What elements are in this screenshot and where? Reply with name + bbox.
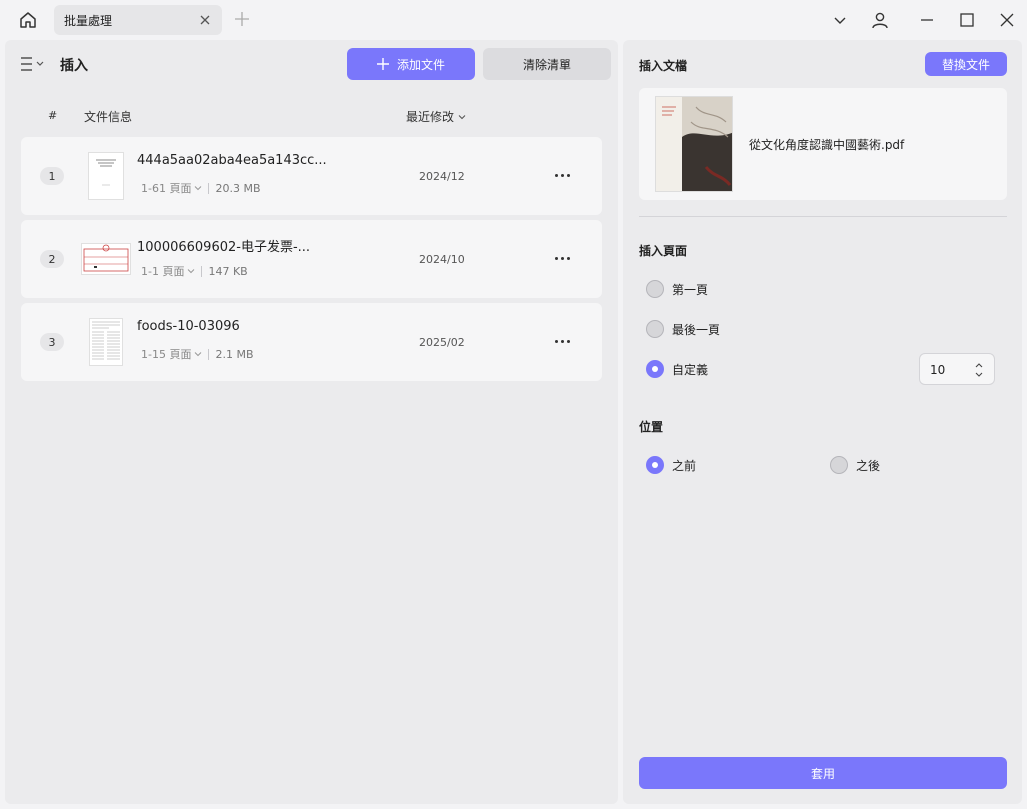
- divider: [208, 348, 210, 360]
- file-list-panel: 插入 添加文件 清除清單 # 文件信息 最近修改 1 444a5aa02aba4…: [5, 40, 618, 804]
- position-title: 位置: [639, 420, 664, 434]
- replace-file-button[interactable]: 替換文件: [925, 52, 1007, 76]
- file-name: 444a5aa02aba4ea5a143cc...: [137, 153, 327, 168]
- chevron-down-icon: [458, 114, 466, 119]
- file-date: 2024/10: [419, 253, 465, 266]
- apply-label: 套用: [810, 766, 835, 781]
- divider: [208, 182, 210, 194]
- radio-label: 自定義: [672, 362, 709, 377]
- more-options-button[interactable]: [551, 248, 573, 268]
- radio-button[interactable]: [646, 280, 664, 298]
- radio-button[interactable]: [830, 456, 848, 474]
- insert-doc-card: 從文化角度認識中國藝術.pdf: [639, 88, 1007, 200]
- radio-button[interactable]: [646, 360, 664, 378]
- clear-list-label: 清除清單: [522, 57, 571, 72]
- radio-button[interactable]: [646, 320, 664, 338]
- radio-label: 最後一頁: [672, 322, 721, 337]
- row-number: 2: [40, 250, 64, 268]
- radio-label: 之後: [856, 458, 881, 473]
- add-file-button[interactable]: 添加文件: [347, 48, 475, 80]
- tab-batch-process[interactable]: 批量處理: [54, 5, 222, 35]
- more-options-button[interactable]: [551, 331, 573, 351]
- list-item[interactable]: 2 100006609602-电子发票-... 1-1 頁面 147 KB 20…: [21, 220, 602, 298]
- file-date: 2025/02: [419, 336, 465, 349]
- column-header-recent-modified[interactable]: 最近修改: [406, 108, 466, 125]
- file-size: 20.3 MB: [215, 181, 261, 195]
- file-thumbnail: [81, 234, 131, 284]
- new-tab-icon[interactable]: [233, 10, 251, 28]
- list-item[interactable]: 3 foods-10-03096 1-15 頁面 2.1 MB 2025/02: [21, 303, 602, 381]
- chevron-down-icon: [195, 186, 202, 191]
- radio-position-after[interactable]: 之後: [830, 456, 880, 474]
- close-icon[interactable]: [198, 13, 212, 27]
- clear-list-button[interactable]: 清除清單: [483, 48, 611, 80]
- row-number: 3: [40, 333, 64, 351]
- insert-settings-panel: 插入文檔 替換文件 從文化角度認識中國藝術.pdf 插入頁面 第一頁 最後一頁 …: [623, 40, 1022, 804]
- divider: [639, 216, 1007, 217]
- row-number: 1: [40, 167, 64, 185]
- file-size: 147 KB: [208, 264, 248, 278]
- file-thumbnail: [81, 317, 131, 367]
- column-header-index: #: [48, 109, 58, 122]
- radio-custom-page[interactable]: 自定義: [646, 360, 708, 378]
- file-meta: 1-61 頁面 20.3 MB: [141, 180, 261, 196]
- page-range-label: 1-61 頁面: [141, 182, 192, 195]
- radio-position-before[interactable]: 之前: [646, 456, 696, 474]
- radio-label: 第一頁: [672, 282, 709, 297]
- radio-label: 之前: [672, 458, 697, 473]
- chevron-down-icon: [195, 352, 202, 357]
- radio-last-page[interactable]: 最後一頁: [646, 320, 720, 338]
- minimize-icon: [921, 19, 933, 21]
- collapse-button[interactable]: [830, 10, 850, 30]
- page-range-select[interactable]: 1-15 頁面: [141, 346, 202, 362]
- user-icon: [872, 12, 888, 29]
- close-icon: [1000, 13, 1014, 27]
- column-header-label: 最近修改: [406, 110, 455, 124]
- insert-doc-title: 插入文檔: [639, 59, 688, 73]
- list-item[interactable]: 1 444a5aa02aba4ea5a143cc... 1-61 頁面 20.3…: [21, 137, 602, 215]
- more-options-button[interactable]: [551, 165, 573, 185]
- replace-file-label: 替換文件: [941, 57, 990, 72]
- file-name: 100006609602-电子发票-...: [137, 240, 311, 255]
- stepper-arrows-icon[interactable]: [974, 360, 984, 380]
- add-file-label: 添加文件: [396, 57, 445, 72]
- file-thumbnail: [81, 151, 131, 201]
- title-bar: 批量處理: [0, 0, 1027, 40]
- minimize-button[interactable]: [917, 10, 937, 30]
- close-window-button[interactable]: [997, 10, 1017, 30]
- divider: [201, 265, 203, 277]
- account-button[interactable]: [870, 10, 890, 30]
- chevron-down-icon: [834, 17, 846, 24]
- tab-title: 批量處理: [64, 14, 113, 28]
- home-button[interactable]: [14, 8, 42, 32]
- doc-thumbnail: [655, 96, 733, 192]
- apply-button[interactable]: 套用: [639, 757, 1007, 789]
- plus-icon: [376, 58, 389, 70]
- insert-page-title: 插入頁面: [639, 244, 688, 258]
- page-range-label: 1-1 頁面: [141, 265, 185, 278]
- page-range-label: 1-15 頁面: [141, 348, 192, 361]
- file-date: 2024/12: [419, 170, 465, 183]
- file-meta: 1-1 頁面 147 KB: [141, 263, 248, 279]
- maximize-icon: [960, 13, 974, 27]
- maximize-button[interactable]: [957, 10, 977, 30]
- page-range-select[interactable]: 1-61 頁面: [141, 180, 202, 196]
- stepper-value: 10: [930, 363, 946, 377]
- doc-file-name: 從文化角度認識中國藝術.pdf: [749, 138, 905, 152]
- file-meta: 1-15 頁面 2.1 MB: [141, 346, 254, 362]
- custom-page-stepper[interactable]: 10: [919, 353, 995, 385]
- radio-button[interactable]: [646, 456, 664, 474]
- column-header-file-info: 文件信息: [84, 110, 133, 124]
- menu-icon: [21, 57, 44, 71]
- file-name: foods-10-03096: [137, 319, 240, 334]
- home-icon: [20, 12, 36, 28]
- menu-button[interactable]: [20, 55, 48, 73]
- page-range-select[interactable]: 1-1 頁面: [141, 263, 195, 279]
- page-title: 插入: [60, 58, 88, 74]
- radio-first-page[interactable]: 第一頁: [646, 280, 708, 298]
- file-size: 2.1 MB: [215, 347, 254, 361]
- chevron-down-icon: [188, 269, 195, 274]
